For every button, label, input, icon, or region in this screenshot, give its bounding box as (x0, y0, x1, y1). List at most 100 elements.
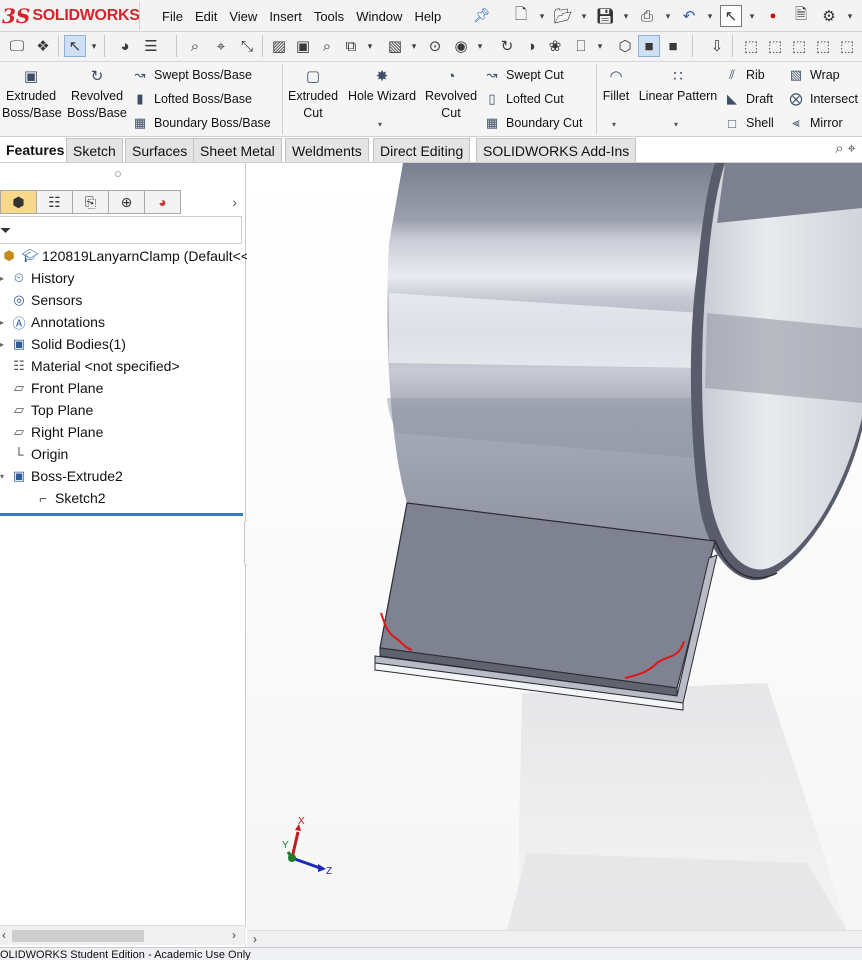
display-manager-icon[interactable]: ◕ (144, 190, 181, 214)
chevron-down-icon[interactable]: ▾ (664, 5, 672, 27)
tab-direct-editing[interactable]: Direct Editing (373, 138, 471, 162)
undo-icon[interactable]: ↶ (678, 5, 700, 27)
intersect-button[interactable]: ⨂ Intersect (788, 89, 858, 109)
solidworks-logo[interactable]: 3S SOLIDWORKS (2, 4, 140, 28)
display-list-icon[interactable]: ☰ (140, 35, 162, 57)
chevron-down-icon[interactable]: ▾ (410, 35, 418, 57)
panel-handle[interactable] (115, 171, 121, 177)
dynamic-annotation-icon[interactable]: ▣ (292, 35, 314, 57)
scroll-right-icon[interactable]: › (232, 928, 236, 942)
hole-wizard-button[interactable]: ✸ Hole Wizard (344, 68, 420, 105)
tree-item-boss-extrude2[interactable]: ▾ ▣ Boss-Extrude2 (0, 465, 123, 487)
dimxpert-manager-icon[interactable]: ⊕ (108, 190, 145, 214)
graphics-area[interactable]: X Y Z (247, 163, 862, 930)
pin-icon[interactable]: 📌︎ (473, 7, 491, 24)
menu-tools[interactable]: Tools (308, 9, 350, 24)
rotate-view-icon[interactable]: ↻ (496, 35, 518, 57)
appearance-icon[interactable]: ❖ (32, 35, 54, 57)
tree-item-sensors[interactable]: ◎ Sensors (10, 289, 82, 311)
tab-sheet-metal[interactable]: Sheet Metal (193, 138, 282, 162)
chevron-down-icon[interactable]: ▾ (580, 5, 588, 27)
render-icon[interactable]: ❀ (544, 35, 566, 57)
zoom-to-fit-icon[interactable]: ⌕ (835, 140, 843, 157)
chevron-down-icon[interactable]: ▾ (612, 120, 616, 129)
property-manager-icon[interactable]: ☷ (36, 190, 73, 214)
tab-features[interactable]: Features (0, 138, 71, 162)
tree-item-annotations[interactable]: ▸ Ⓐ Annotations (0, 311, 105, 333)
chevron-down-icon[interactable]: ▾ (846, 5, 854, 27)
chevron-right-icon[interactable]: › (232, 194, 237, 210)
tab-weldments[interactable]: Weldments (285, 138, 369, 162)
tab-solidworks-add-ins[interactable]: SOLIDWORKS Add-Ins (476, 138, 637, 162)
view-left-cube-icon[interactable]: ⬚ (788, 35, 810, 57)
graphics-horizontal-scrollbar[interactable]: › (247, 930, 862, 947)
file-properties-icon[interactable]: 🗎 (790, 5, 812, 27)
select-tool-icon[interactable]: ↖ (64, 35, 86, 57)
wrap-button[interactable]: ▧ Wrap (788, 65, 840, 85)
wireframe-cube-icon[interactable]: ⬡ (614, 35, 636, 57)
extruded-cut-button[interactable]: ▢ Extruded Cut (286, 68, 340, 122)
scene-icon[interactable]: ◑ (520, 35, 542, 57)
expand-arrow-icon[interactable]: ▸ (0, 274, 10, 283)
extruded-boss-button[interactable]: ▣ Extruded Boss/Base (2, 68, 62, 122)
chevron-down-icon[interactable]: ▾ (366, 35, 374, 57)
revolved-cut-button[interactable]: ◔ Revolved Cut (422, 68, 480, 122)
rib-button[interactable]: ⫽ Rib (724, 65, 765, 85)
revolved-boss-button[interactable]: ↻ Revolved Boss/Base (66, 68, 128, 122)
tree-filter[interactable]: ⏷ (0, 216, 242, 244)
mirror-button[interactable]: ⫷ Mirror (788, 113, 842, 133)
view-front-cube-icon[interactable]: ⬚ (740, 35, 762, 57)
chevron-down-icon[interactable]: ▾ (706, 5, 714, 27)
view-orientation-icon[interactable]: ⧉ (340, 35, 362, 57)
select-cursor-icon[interactable]: ↖ (720, 5, 742, 27)
collapse-arrow-icon[interactable]: ▾ (0, 472, 10, 481)
expand-arrow-icon[interactable]: ▸ (0, 318, 10, 327)
zoom-icon[interactable]: ⌕ (316, 35, 338, 57)
chevron-down-icon[interactable]: ▾ (622, 5, 630, 27)
zoom-to-area-icon[interactable]: ⌖ (848, 140, 856, 157)
menu-insert[interactable]: Insert (263, 9, 308, 24)
menu-help[interactable]: Help (408, 9, 447, 24)
tree-item-sketch2[interactable]: ⌐ Sketch2 (34, 487, 105, 509)
monitor-icon[interactable]: ⎕ (570, 35, 592, 57)
rebuild-traffic-light-icon[interactable]: ● (762, 5, 784, 27)
chevron-down-icon[interactable]: ▾ (674, 120, 678, 129)
open-icon[interactable]: 📂︎ (552, 5, 574, 27)
chevron-down-icon[interactable]: ▾ (90, 35, 98, 57)
normal-to-icon[interactable]: ⇩ (706, 35, 728, 57)
panel-horizontal-scrollbar[interactable]: ‹ › (0, 925, 246, 945)
zoom-to-fit-icon[interactable]: ⌕ (184, 35, 206, 57)
boundary-boss-button[interactable]: ▦ Boundary Boss/Base (132, 113, 271, 133)
tree-item-front-plane[interactable]: ▱ Front Plane (10, 377, 103, 399)
presentation-icon[interactable]: 🖵︎ (6, 35, 28, 57)
linear-pattern-button[interactable]: ∷ Linear Pattern (636, 68, 720, 105)
view-top-cube-icon[interactable]: ⬚ (836, 35, 858, 57)
tab-sketch[interactable]: Sketch (66, 138, 123, 162)
shell-button[interactable]: □ Shell (724, 113, 774, 133)
feature-manager-tree-icon[interactable]: ⬢ (0, 190, 37, 214)
view-right-cube-icon[interactable]: ⬚ (812, 35, 834, 57)
chevron-down-icon[interactable]: ▾ (538, 5, 546, 27)
tree-item-top-plane[interactable]: ▱ Top Plane (10, 399, 93, 421)
tree-item-solid-bodies[interactable]: ▸ ▣ Solid Bodies(1) (0, 333, 126, 355)
edit-appearance-icon[interactable]: ◉ (450, 35, 472, 57)
appearance-ball-icon[interactable]: ◕ (114, 35, 136, 57)
chevron-down-icon[interactable]: ▾ (596, 35, 604, 57)
view-back-cube-icon[interactable]: ⬚ (764, 35, 786, 57)
options-gear-icon[interactable]: ⚙ (818, 5, 840, 27)
hide-show-icon[interactable]: ⊙ (424, 35, 446, 57)
scroll-left-icon[interactable]: ‹ (2, 928, 6, 942)
lofted-cut-button[interactable]: ▯ Lofted Cut (484, 89, 563, 109)
save-icon[interactable]: 💾︎ (594, 5, 616, 27)
new-document-icon[interactable]: 🗋 (510, 5, 532, 27)
section-view-icon[interactable]: ▨ (268, 35, 290, 57)
tree-root-part[interactable]: ⬢ 🎓︎ 120819LanyarnClamp (Default<< (0, 245, 249, 267)
menu-window[interactable]: Window (350, 9, 408, 24)
tree-item-origin[interactable]: └ Origin (10, 443, 68, 465)
chevron-down-icon[interactable]: ▾ (378, 120, 382, 129)
boundary-cut-button[interactable]: ▦ Boundary Cut (484, 113, 583, 133)
expand-arrow-icon[interactable]: ▸ (0, 340, 10, 349)
shaded-edges-cube-icon[interactable]: ■ (662, 35, 684, 57)
tree-item-history[interactable]: ▸ ⏲ History (0, 267, 75, 289)
previous-view-icon[interactable]: ⤡ (236, 35, 258, 57)
